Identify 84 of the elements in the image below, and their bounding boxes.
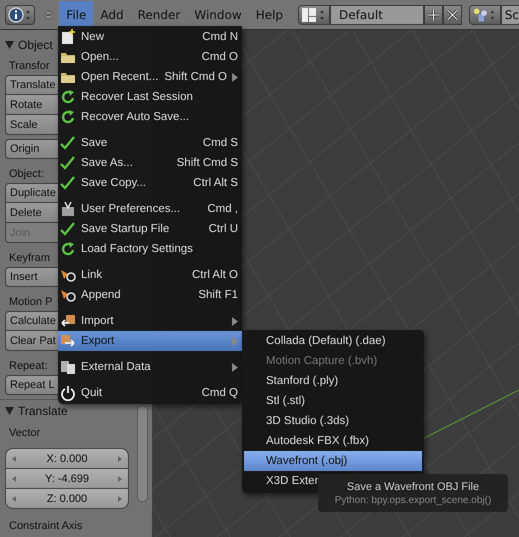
tool-button[interactable]: Repeat L	[5, 375, 58, 395]
menu-item[interactable]: Add	[93, 0, 131, 28]
checkmark-icon	[60, 135, 76, 151]
section-label: Transfor	[8, 59, 50, 74]
tool-button[interactable]: Calculate	[5, 311, 58, 331]
menu-item[interactable]: Stanford (.ply)	[242, 371, 424, 391]
menu-item[interactable]: Collada (Default) (.dae)	[242, 331, 424, 351]
number-field[interactable]: Z: 0.000	[5, 489, 129, 509]
increment-arrow-icon[interactable]	[118, 476, 122, 482]
panel-title: Object	[18, 38, 53, 52]
scene-selector-button[interactable]	[468, 4, 501, 24]
tooltip-python: Python: bpy.ops.export_scene.obj()	[334, 494, 492, 506]
menu-item[interactable]: Stl (.stl)	[242, 391, 424, 411]
decrement-arrow-icon[interactable]	[12, 476, 16, 482]
section-label: Motion P	[8, 295, 52, 310]
scene-name-field[interactable]: Sc	[500, 4, 519, 24]
tool-button[interactable]: Delete	[5, 203, 58, 223]
info-editor-button[interactable]	[5, 4, 35, 24]
menu-item[interactable]: Recover Auto Save...	[58, 107, 242, 127]
menu-item[interactable]: Import	[58, 311, 242, 331]
scrollbar[interactable]	[137, 405, 148, 502]
menu-item[interactable]: Append Shift F1	[58, 285, 242, 305]
link-icon	[60, 287, 76, 303]
menu-item[interactable]: Recover Last Session	[58, 87, 242, 107]
vector-label: Vector	[8, 427, 40, 439]
undo-arrow-icon	[60, 89, 76, 105]
tool-button[interactable]: Translate	[5, 75, 58, 95]
expand-arrow-icon[interactable]	[5, 40, 14, 48]
menu-item[interactable]: Render	[130, 0, 188, 28]
menu-item[interactable]: User Preferences... Cmd ,	[58, 199, 242, 219]
menu-item[interactable]: Save Cmd S	[58, 133, 242, 153]
menu-item[interactable]: Open... Cmd O	[58, 47, 242, 67]
menu-item[interactable]: 3D Studio (.3ds)	[242, 411, 424, 431]
tooltip-title: Save a Wavefront OBJ File	[346, 480, 480, 492]
menu-item[interactable]: Link Ctrl Alt O	[58, 265, 242, 285]
number-field[interactable]: Y: -4.699	[5, 469, 129, 489]
menu-item[interactable]: File	[59, 0, 94, 28]
menu-item[interactable]: Quit Cmd Q	[58, 383, 242, 403]
file-stack-icon	[60, 359, 76, 375]
menu-item[interactable]: Load Factory Settings	[58, 239, 242, 259]
tool-button[interactable]: Clear Pat	[5, 331, 58, 351]
layout-name-field[interactable]: Default	[330, 4, 424, 24]
menu-item[interactable]: Save Startup File Ctrl U	[58, 219, 242, 239]
menu-item[interactable]: Save As... Shift Cmd S	[58, 153, 242, 173]
link-icon	[60, 267, 76, 283]
checkmark-icon	[60, 155, 76, 171]
collapse-icon[interactable]	[44, 8, 54, 20]
section-label: Keyfram	[8, 251, 50, 266]
menu-item[interactable]: Open Recent... Shift Cmd O	[58, 67, 242, 87]
layout-selector-button[interactable]	[298, 4, 330, 24]
menu-item[interactable]: Autodesk FBX (.fbx)	[242, 431, 424, 451]
add-icon[interactable]	[424, 4, 443, 24]
export-icon	[60, 333, 76, 349]
menu-item[interactable]: Window	[187, 0, 249, 28]
undo-arrow-icon	[60, 241, 76, 257]
import-icon	[60, 313, 76, 329]
menu-item[interactable]: Help	[248, 0, 290, 28]
tool-button[interactable]: Insert	[5, 267, 58, 287]
checkmark-icon	[60, 221, 76, 237]
tool-button[interactable]: Origin	[5, 139, 58, 159]
checkmark-icon	[60, 175, 76, 191]
new-document-icon	[60, 29, 76, 45]
tool-button[interactable]: Duplicate	[5, 183, 58, 203]
undo-arrow-icon	[60, 109, 76, 125]
decrement-arrow-icon[interactable]	[12, 496, 16, 502]
number-field[interactable]: X: 0.000	[5, 448, 129, 469]
constraint-axis-label: Constraint Axis	[8, 520, 82, 532]
increment-arrow-icon[interactable]	[118, 496, 122, 502]
preferences-icon	[60, 201, 76, 217]
menu-item[interactable]: Save Copy... Ctrl Alt S	[58, 173, 242, 193]
increment-arrow-icon[interactable]	[118, 456, 122, 462]
section-label: Repeat:	[8, 359, 48, 374]
menu-item[interactable]: Wavefront (.obj)	[244, 451, 422, 471]
panel-title: Translate	[18, 404, 68, 418]
tool-button[interactable]: Scale	[5, 115, 58, 135]
tool-button[interactable]: Rotate	[5, 95, 58, 115]
decrement-arrow-icon[interactable]	[12, 456, 16, 462]
expand-arrow-icon[interactable]	[5, 407, 14, 415]
menu-item[interactable]: New Cmd N	[58, 27, 242, 47]
close-icon[interactable]	[442, 4, 462, 24]
section-label: Object:	[8, 167, 44, 182]
menu-item[interactable]: External Data	[58, 357, 242, 377]
menu-item[interactable]: Export	[58, 331, 242, 351]
power-icon	[60, 385, 76, 401]
